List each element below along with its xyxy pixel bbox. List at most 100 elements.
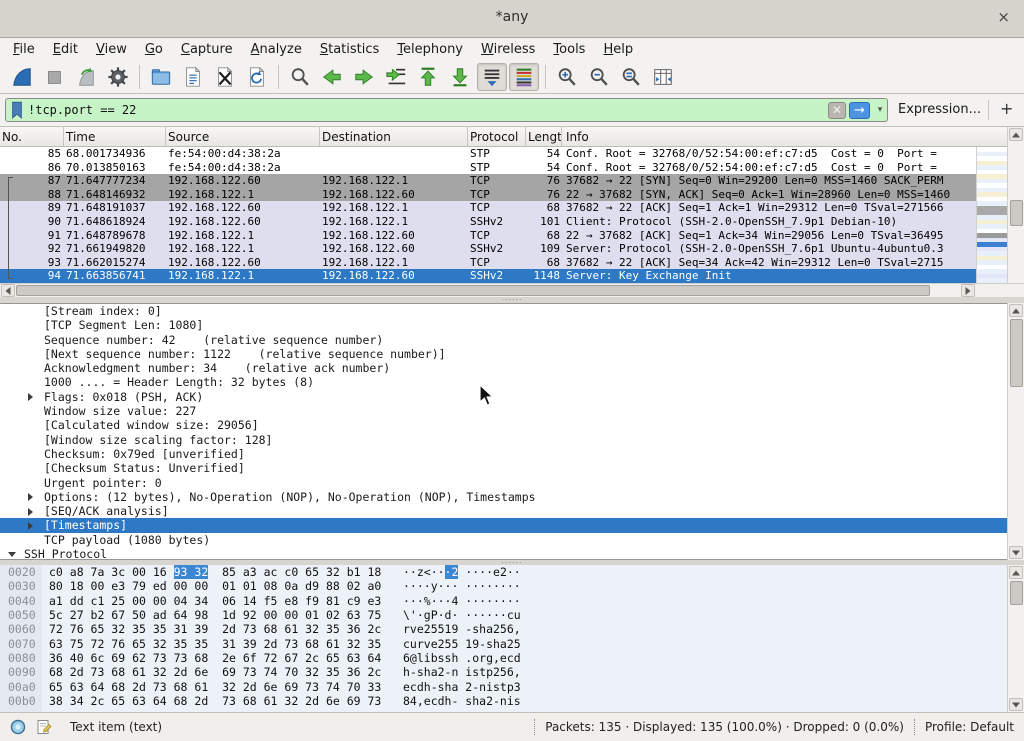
go-back-button[interactable]: [317, 63, 347, 91]
expression-button[interactable]: Expression...: [898, 102, 981, 117]
expert-info-icon[interactable]: [10, 719, 26, 735]
detail-line[interactable]: [TCP Segment Len: 1080]: [0, 318, 1007, 332]
packet-bytes-pane[interactable]: 0020c0 a8 7a 3c 00 16 93 32 85 a3 ac c0 …: [0, 565, 1007, 712]
hex-bytes[interactable]: 65 63 64 68 2d 73 68 61 32 2d 6e 69 73 7…: [49, 680, 381, 694]
auto-scroll-button[interactable]: [477, 63, 507, 91]
resize-columns-button[interactable]: [648, 63, 678, 91]
detail-line[interactable]: TCP payload (1080 bytes): [0, 533, 1007, 547]
hex-ascii[interactable]: h-sha2-n istp256,: [403, 665, 521, 679]
hex-ascii[interactable]: curve255 19-sha25: [403, 637, 521, 651]
detail-line[interactable]: 1000 .... = Header Length: 32 bytes (8): [0, 375, 1007, 389]
packet-row-93[interactable]: 9371.662015274192.168.122.60192.168.122.…: [0, 256, 976, 270]
menu-telephony[interactable]: Telephony: [388, 40, 472, 59]
status-profile[interactable]: Profile: Default: [925, 720, 1014, 734]
menu-edit[interactable]: Edit: [44, 40, 87, 59]
capture-options-button[interactable]: [103, 63, 133, 91]
hex-row[interactable]: 009068 2d 73 68 61 32 2d 6e 69 73 74 70 …: [0, 665, 1007, 679]
filter-add-button[interactable]: +: [1000, 99, 1013, 118]
column-header-no[interactable]: No.: [0, 127, 64, 146]
go-to-packet-button[interactable]: [381, 63, 411, 91]
hex-bytes[interactable]: 68 2d 73 68 61 32 2d 6e 69 73 74 70 32 3…: [49, 665, 381, 679]
column-header-source[interactable]: Source: [166, 127, 320, 146]
column-header-info[interactable]: Info: [562, 127, 1007, 146]
menu-view[interactable]: View: [87, 40, 136, 59]
scroll-thumb[interactable]: [1010, 200, 1023, 226]
zoom-in-button[interactable]: [552, 63, 582, 91]
display-filter-input[interactable]: !tcp.port == 22 ✕ → ▾: [5, 98, 888, 122]
hex-bytes[interactable]: 38 34 2c 65 63 64 68 2d 73 68 61 32 2d 6…: [49, 694, 381, 708]
packet-row-85[interactable]: 8568.001734936fe:54:00:d4:38:2aSTP54Conf…: [0, 147, 976, 161]
hex-bytes[interactable]: 36 40 6c 69 62 73 73 68 2e 6f 72 67 2c 6…: [49, 651, 381, 665]
column-header-time[interactable]: Time: [64, 127, 166, 146]
packet-list-vscrollbar[interactable]: [1007, 127, 1024, 297]
detail-line[interactable]: Checksum: 0x79ed [unverified]: [0, 447, 1007, 461]
hex-row[interactable]: 003080 18 00 e3 79 ed 00 00 01 01 08 0a …: [0, 579, 1007, 593]
detail-line[interactable]: Urgent pointer: 0: [0, 476, 1007, 490]
scroll-up-arrow[interactable]: [1009, 304, 1023, 317]
hex-bytes[interactable]: 72 76 65 32 35 35 31 39 2d 73 68 61 32 3…: [49, 622, 381, 636]
filter-bookmark-icon[interactable]: [6, 101, 28, 119]
close-file-button[interactable]: [210, 63, 240, 91]
filter-dropdown-caret[interactable]: ▾: [873, 105, 887, 115]
open-file-button[interactable]: [146, 63, 176, 91]
menu-go[interactable]: Go: [136, 40, 172, 59]
packet-list-hscrollbar[interactable]: [0, 283, 976, 297]
menu-statistics[interactable]: Statistics: [311, 40, 388, 59]
detail-line[interactable]: Acknowledgment number: 34 (relative ack …: [0, 361, 1007, 375]
column-header-length[interactable]: Length: [526, 127, 562, 146]
save-file-button[interactable]: [178, 63, 208, 91]
packet-row-92[interactable]: 9271.661949820192.168.122.1192.168.122.6…: [0, 242, 976, 256]
detail-line[interactable]: [Stream index: 0]: [0, 304, 1007, 318]
hex-ascii[interactable]: 6@libssh .org,ecd: [403, 651, 521, 665]
menu-file[interactable]: File: [4, 40, 44, 59]
zoom-original-button[interactable]: [616, 63, 646, 91]
detail-line[interactable]: Window size value: 227: [0, 404, 1007, 418]
packet-row-94[interactable]: 9471.663856741192.168.122.1192.168.122.6…: [0, 269, 976, 283]
hex-ascii[interactable]: \'·gP·d· ······cu: [403, 608, 521, 622]
packet-row-89[interactable]: 8971.648191037192.168.122.60192.168.122.…: [0, 201, 976, 215]
collapsed-arrow-icon[interactable]: [28, 522, 33, 530]
go-first-button[interactable]: [413, 63, 443, 91]
go-last-button[interactable]: [445, 63, 475, 91]
filter-clear-button[interactable]: ✕: [828, 102, 846, 119]
colorize-button[interactable]: [509, 63, 539, 91]
packet-row-90[interactable]: 9071.648618924192.168.122.60192.168.122.…: [0, 215, 976, 229]
hex-row[interactable]: 0040a1 dd c1 25 00 00 04 34 06 14 f5 e8 …: [0, 594, 1007, 608]
collapsed-arrow-icon[interactable]: [28, 393, 33, 401]
reload-file-button[interactable]: [242, 63, 272, 91]
hex-row[interactable]: 0020c0 a8 7a 3c 00 16 93 32 85 a3 ac c0 …: [0, 565, 1007, 579]
details-vscrollbar[interactable]: [1007, 303, 1024, 560]
filter-apply-button[interactable]: →: [849, 102, 870, 119]
scroll-thumb[interactable]: [1010, 581, 1023, 605]
find-packet-button[interactable]: [285, 63, 315, 91]
hex-bytes[interactable]: 80 18 00 e3 79 ed 00 00 01 01 08 0a d9 8…: [49, 579, 381, 593]
hex-bytes[interactable]: 5c 27 b2 67 50 ad 64 98 1d 92 00 00 01 0…: [49, 608, 381, 622]
start-capture-button[interactable]: [7, 63, 37, 91]
go-forward-button[interactable]: [349, 63, 379, 91]
packet-details-pane[interactable]: [Stream index: 0][TCP Segment Len: 1080]…: [0, 303, 1007, 560]
scroll-left-arrow[interactable]: [1, 284, 15, 297]
hex-row[interactable]: 008036 40 6c 69 62 73 73 68 2e 6f 72 67 …: [0, 651, 1007, 665]
scroll-thumb[interactable]: [16, 285, 930, 296]
scroll-thumb[interactable]: [1010, 319, 1023, 387]
scroll-down-arrow[interactable]: [1009, 546, 1023, 559]
hex-ascii[interactable]: ····y··· ········: [403, 579, 521, 593]
detail-line[interactable]: [Window size scaling factor: 128]: [0, 433, 1007, 447]
hex-ascii[interactable]: ecdh-sha 2-nistp3: [403, 680, 521, 694]
packet-row-88[interactable]: 8871.648146932192.168.122.1192.168.122.6…: [0, 188, 976, 202]
detail-line[interactable]: Sequence number: 42 (relative sequence n…: [0, 333, 1007, 347]
hex-bytes[interactable]: 63 75 72 76 65 32 35 35 31 39 2d 73 68 6…: [49, 637, 381, 651]
menu-capture[interactable]: Capture: [172, 40, 242, 59]
menu-wireless[interactable]: Wireless: [472, 40, 544, 59]
hex-row[interactable]: 00a065 63 64 68 2d 73 68 61 32 2d 6e 69 …: [0, 680, 1007, 694]
detail-line[interactable]: Options: (12 bytes), No-Operation (NOP),…: [0, 490, 1007, 504]
packet-row-86[interactable]: 8670.013850163fe:54:00:d4:38:2aSTP54Conf…: [0, 161, 976, 175]
hex-ascii[interactable]: 84,ecdh- sha2-nis: [403, 694, 521, 708]
column-header-destination[interactable]: Destination: [320, 127, 468, 146]
hex-ascii[interactable]: ···%···4 ········: [403, 594, 521, 608]
detail-line[interactable]: [Checksum Status: Unverified]: [0, 461, 1007, 475]
scroll-right-arrow[interactable]: [961, 284, 975, 297]
hex-bytes[interactable]: c0 a8 7a 3c 00 16 93 32 85 a3 ac c0 65 3…: [49, 565, 381, 579]
zoom-out-button[interactable]: [584, 63, 614, 91]
hex-dump[interactable]: 0020c0 a8 7a 3c 00 16 93 32 85 a3 ac c0 …: [0, 565, 1007, 708]
